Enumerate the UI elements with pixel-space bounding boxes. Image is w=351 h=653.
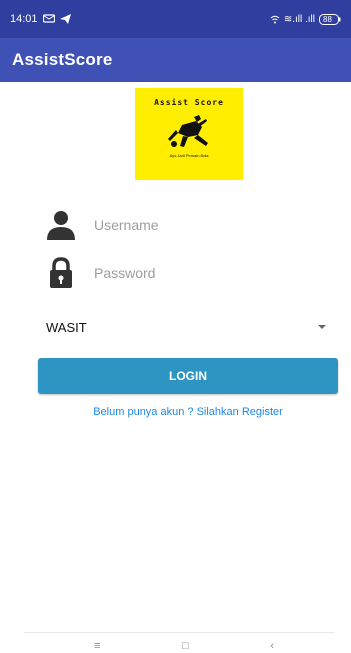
person-icon (44, 208, 78, 242)
role-dropdown[interactable]: WASIT (46, 315, 330, 339)
register-link[interactable]: Belum punya akun ? Silahkan Register (0, 406, 351, 418)
home-icon[interactable]: □ (182, 639, 189, 653)
battery-icon: 88 (319, 13, 341, 25)
wifi-icon (270, 15, 280, 24)
logo-title: Assist Score (154, 98, 224, 107)
send-icon (59, 14, 71, 24)
status-right: ≋.ıll .ıll 88 (270, 13, 341, 25)
app-bar: AssistScore (0, 38, 351, 82)
status-time: 14:01 (10, 13, 38, 25)
login-button[interactable]: LOGIN (38, 358, 338, 394)
username-row (44, 207, 334, 243)
password-row (44, 255, 334, 291)
signal-icon: ≋.ıll .ıll (283, 13, 315, 25)
chevron-down-icon[interactable] (318, 325, 326, 329)
message-icon (42, 14, 55, 24)
back-icon[interactable]: ‹ (270, 639, 274, 653)
battery-level: 88 (323, 14, 332, 24)
navigation-bar: ≡ □ ‹ (24, 632, 334, 653)
soccer-player-icon (168, 115, 208, 147)
username-field[interactable] (94, 217, 314, 233)
password-field[interactable] (94, 265, 314, 281)
role-selected-value: WASIT (46, 319, 87, 335)
logo-tagline: Ayo Jadi Pemain Bola (169, 153, 209, 158)
status-bar: 14:01 ≋.ıll .ıll 88 (0, 0, 351, 38)
app-title: AssistScore (12, 50, 113, 69)
menu-icon[interactable]: ≡ (94, 639, 100, 653)
lock-icon (44, 256, 78, 290)
status-left: 14:01 (10, 13, 71, 25)
app-logo: Assist Score Ayo Jadi Pemain Bola (135, 88, 243, 180)
